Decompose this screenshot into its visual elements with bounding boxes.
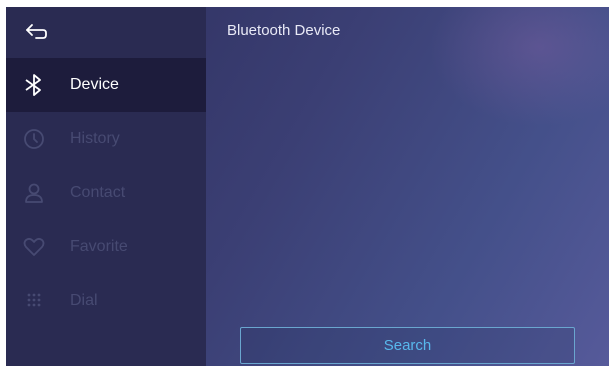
sidebar-item-label: History [70, 130, 120, 147]
sidebar-item-label: Favorite [70, 238, 128, 255]
sidebar-item-device[interactable]: Device [6, 58, 206, 112]
sidebar-item-favorite[interactable]: Favorite [6, 220, 206, 274]
heart-icon [20, 233, 48, 261]
page-title: Bluetooth Device [227, 22, 341, 39]
sidebar: Device History Contact Favorite Dial [6, 7, 206, 366]
sidebar-item-label: Device [70, 76, 119, 93]
clock-icon [20, 125, 48, 153]
sidebar-item-label: Contact [70, 184, 126, 201]
screen: Device History Contact Favorite Dial Blu… [6, 7, 609, 366]
dialpad-icon [20, 287, 48, 315]
bluetooth-icon [20, 71, 48, 99]
sidebar-item-label: Dial [70, 292, 98, 309]
back-button[interactable] [22, 19, 52, 45]
sidebar-item-contact[interactable]: Contact [6, 166, 206, 220]
sidebar-item-dial[interactable]: Dial [6, 274, 206, 328]
search-button[interactable]: Search [240, 327, 575, 364]
back-arrow-icon [26, 24, 47, 39]
person-icon [20, 179, 48, 207]
sidebar-item-history[interactable]: History [6, 112, 206, 166]
